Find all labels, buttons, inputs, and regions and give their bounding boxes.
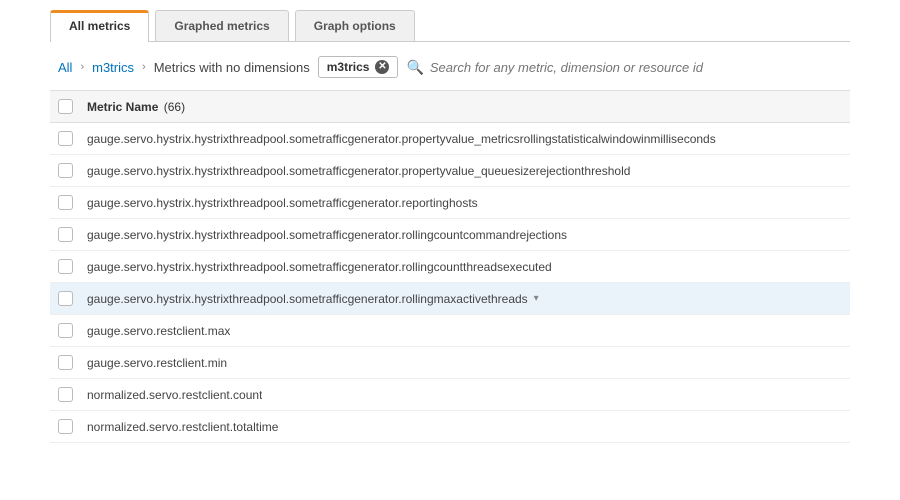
breadcrumb-namespace[interactable]: m3trics <box>92 60 134 75</box>
breadcrumb-row: All › m3trics › Metrics with no dimensio… <box>50 42 850 90</box>
table-row[interactable]: gauge.servo.hystrix.hystrixthreadpool.so… <box>50 251 850 283</box>
metric-name: gauge.servo.hystrix.hystrixthreadpool.so… <box>87 292 528 306</box>
tab-graph-options[interactable]: Graph options <box>295 10 415 41</box>
table-row[interactable]: gauge.servo.hystrix.hystrixthreadpool.so… <box>50 187 850 219</box>
metrics-panel: All metrics Graphed metrics Graph option… <box>0 0 900 443</box>
table-row[interactable]: gauge.servo.hystrix.hystrixthreadpool.so… <box>50 283 850 315</box>
row-checkbox[interactable] <box>58 259 73 274</box>
table-row[interactable]: normalized.servo.restclient.totaltime <box>50 411 850 443</box>
table-row[interactable]: normalized.servo.restclient.count <box>50 379 850 411</box>
chevron-right-icon: › <box>80 61 84 73</box>
row-checkbox[interactable] <box>58 163 73 178</box>
close-icon[interactable]: ✕ <box>375 60 389 74</box>
search-wrap: 🔍 <box>406 59 842 76</box>
column-header-metric-name[interactable]: Metric Name (66) <box>87 100 185 114</box>
table-row[interactable]: gauge.servo.restclient.min <box>50 347 850 379</box>
select-all-checkbox[interactable] <box>58 99 73 114</box>
search-icon: 🔍 <box>406 59 423 76</box>
metric-name: normalized.servo.restclient.count <box>87 388 262 402</box>
tab-all-metrics[interactable]: All metrics <box>50 10 149 41</box>
filter-chip[interactable]: m3trics ✕ <box>318 56 399 78</box>
row-checkbox[interactable] <box>58 387 73 402</box>
metric-name: gauge.servo.hystrix.hystrixthreadpool.so… <box>87 196 478 210</box>
row-checkbox[interactable] <box>58 195 73 210</box>
breadcrumb-current: Metrics with no dimensions <box>154 60 310 75</box>
metric-name: gauge.servo.restclient.max <box>87 324 230 338</box>
chevron-down-icon[interactable]: ▾ <box>534 293 539 304</box>
table-row[interactable]: gauge.servo.hystrix.hystrixthreadpool.so… <box>50 123 850 155</box>
table-row[interactable]: gauge.servo.restclient.max <box>50 315 850 347</box>
row-checkbox[interactable] <box>58 291 73 306</box>
tab-graphed-metrics[interactable]: Graphed metrics <box>155 10 288 41</box>
chevron-right-icon: › <box>142 61 146 73</box>
tabs-bar: All metrics Graphed metrics Graph option… <box>50 10 850 42</box>
breadcrumb: All › m3trics › Metrics with no dimensio… <box>58 60 310 75</box>
breadcrumb-all[interactable]: All <box>58 60 72 75</box>
metric-name: gauge.servo.restclient.min <box>87 356 227 370</box>
metric-name: gauge.servo.hystrix.hystrixthreadpool.so… <box>87 228 567 242</box>
metric-name: gauge.servo.hystrix.hystrixthreadpool.so… <box>87 132 716 146</box>
table-row[interactable]: gauge.servo.hystrix.hystrixthreadpool.so… <box>50 219 850 251</box>
row-checkbox[interactable] <box>58 355 73 370</box>
search-input[interactable] <box>430 60 842 75</box>
row-checkbox[interactable] <box>58 419 73 434</box>
row-checkbox[interactable] <box>58 227 73 242</box>
metric-name: gauge.servo.hystrix.hystrixthreadpool.so… <box>87 260 552 274</box>
row-checkbox[interactable] <box>58 323 73 338</box>
table-row[interactable]: gauge.servo.hystrix.hystrixthreadpool.so… <box>50 155 850 187</box>
metric-name: normalized.servo.restclient.totaltime <box>87 420 278 434</box>
row-checkbox[interactable] <box>58 131 73 146</box>
table-header: Metric Name (66) <box>50 90 850 123</box>
table-body: gauge.servo.hystrix.hystrixthreadpool.so… <box>50 123 850 443</box>
metric-name: gauge.servo.hystrix.hystrixthreadpool.so… <box>87 164 630 178</box>
filter-chip-label: m3trics <box>327 60 370 74</box>
